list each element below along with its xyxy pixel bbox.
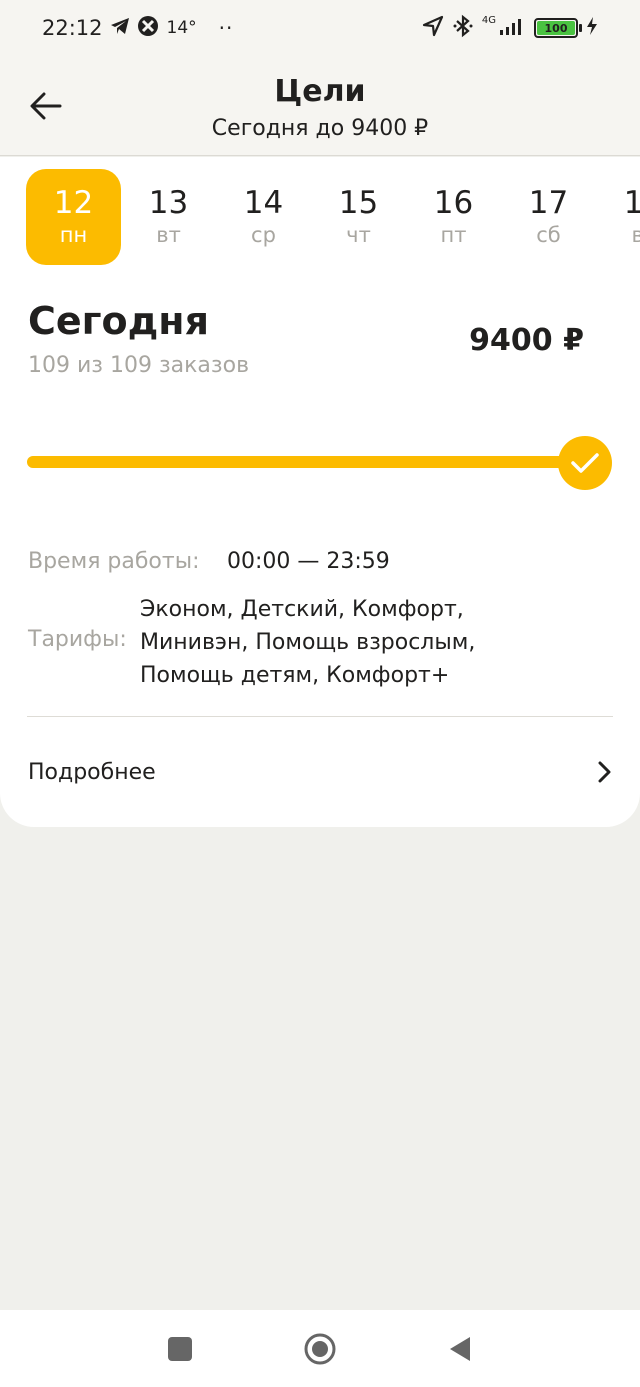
tariffs-label: Тарифы: <box>28 627 127 652</box>
tariffs-line: Минивэн, Помощь взрослым, <box>140 630 476 655</box>
day-number: 13 <box>148 185 189 221</box>
telegram-icon <box>109 16 131 41</box>
goal-amount: 9400 ₽ <box>469 323 584 358</box>
day-number: 15 <box>338 185 379 221</box>
day-weekday: пн <box>59 223 88 247</box>
goal-card: 12 пн 13 вт 14 ср 15 чт 16 пт 17 сб 18 в… <box>0 157 640 827</box>
today-title: Сегодня <box>28 299 209 343</box>
day-tab-13[interactable]: 13 вт <box>121 169 216 265</box>
home-button[interactable] <box>295 1324 345 1374</box>
page-subtitle: Сегодня до 9400 ₽ <box>211 116 429 141</box>
circle-icon <box>304 1333 336 1365</box>
work-time-label: Время работы: <box>28 549 200 574</box>
battery-level: 100 <box>537 21 575 35</box>
day-weekday: сб <box>536 223 561 247</box>
triangle-left-icon <box>450 1337 470 1361</box>
day-number: 14 <box>243 185 284 221</box>
app-icon <box>137 15 159 42</box>
charging-icon <box>586 16 598 41</box>
day-number: 18 <box>623 185 640 221</box>
tariffs-line: Эконом, Детский, Комфорт, <box>140 597 464 622</box>
more-dots-icon: ·· <box>218 16 234 40</box>
header: Цели Сегодня до 9400 ₽ <box>0 56 640 156</box>
status-bar: 22:12 14° ·· 4G 100 <box>0 0 640 56</box>
day-number: 16 <box>433 185 474 221</box>
day-tab-12[interactable]: 12 пн <box>26 169 121 265</box>
day-tab-17[interactable]: 17 сб <box>501 169 596 265</box>
details-button[interactable]: Подробнее <box>0 717 640 827</box>
battery-icon: 100 <box>534 18 582 38</box>
day-weekday: вс <box>631 223 640 247</box>
check-icon <box>558 436 612 490</box>
network-type: 4G <box>481 14 496 26</box>
system-nav-bar <box>0 1310 640 1387</box>
location-icon <box>422 15 444 42</box>
status-time: 22:12 <box>42 16 103 40</box>
chevron-right-icon <box>596 760 612 784</box>
day-selector: 12 пн 13 вт 14 ср 15 чт 16 пт 17 сб 18 в… <box>26 169 640 265</box>
status-right: 4G 100 <box>422 14 598 43</box>
tariffs-list: Эконом, Детский, Комфорт, Минивэн, Помощ… <box>140 593 475 692</box>
day-weekday: ср <box>251 223 276 247</box>
goal-progress-fill <box>27 456 587 468</box>
page-title: Цели <box>274 74 366 109</box>
orders-count: 109 из 109 заказов <box>28 353 250 378</box>
tariffs-line: Помощь детям, Комфорт+ <box>140 663 450 688</box>
day-number: 12 <box>53 185 94 221</box>
day-tab-15[interactable]: 15 чт <box>311 169 406 265</box>
status-temperature: 14° <box>166 18 197 38</box>
day-weekday: пт <box>440 223 467 247</box>
day-weekday: вт <box>156 223 181 247</box>
status-left: 22:12 14° ·· <box>42 15 233 42</box>
bluetooth-icon <box>452 14 474 43</box>
day-tab-18[interactable]: 18 вс <box>596 169 640 265</box>
system-back-button[interactable] <box>435 1324 485 1374</box>
signal-icon <box>498 16 526 41</box>
day-tab-14[interactable]: 14 ср <box>216 169 311 265</box>
day-weekday: чт <box>346 223 371 247</box>
recent-apps-button[interactable] <box>155 1324 205 1374</box>
details-label: Подробнее <box>28 759 156 785</box>
goal-progress-bar <box>27 456 587 468</box>
day-tab-16[interactable]: 16 пт <box>406 169 501 265</box>
day-number: 17 <box>528 185 569 221</box>
square-icon <box>168 1337 192 1361</box>
work-time-value: 00:00 — 23:59 <box>227 549 390 574</box>
